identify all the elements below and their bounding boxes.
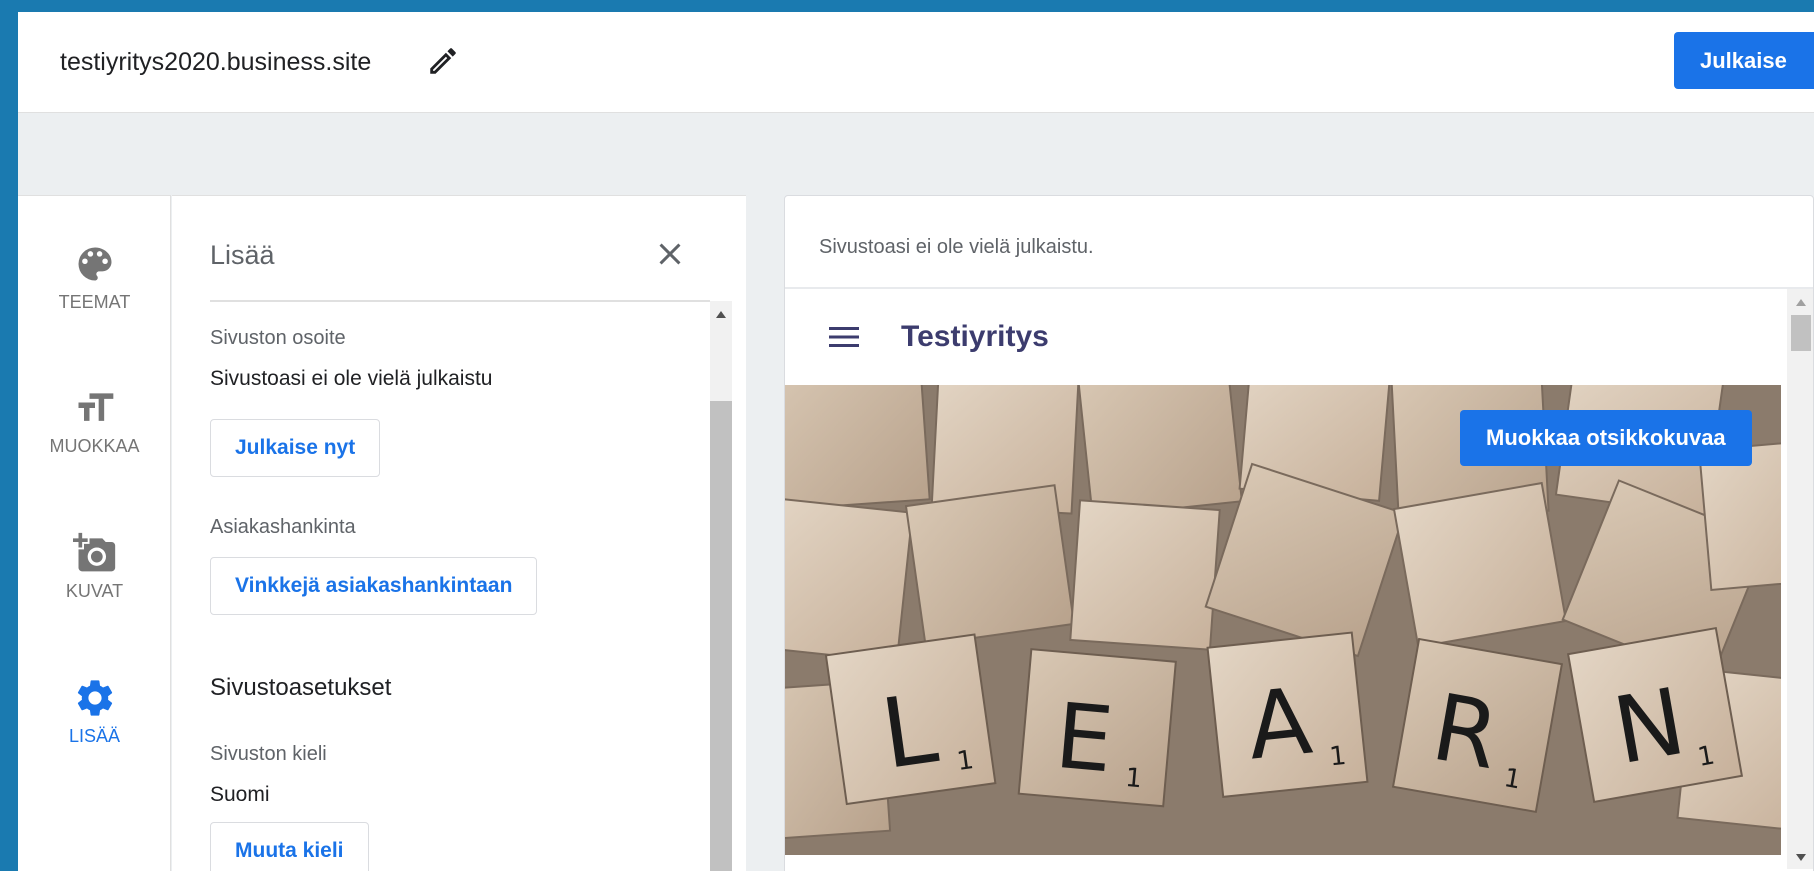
header-image: L 1 E 1 A 1 R 1 N 1 Muokkaa otsikkokuvaa (785, 385, 1781, 855)
change-language-button[interactable]: Muuta kieli (210, 822, 369, 871)
panel-scrollbar[interactable] (710, 301, 732, 871)
scroll-up-arrow-icon[interactable] (1791, 295, 1811, 311)
acquisition-tips-button[interactable]: Vinkkejä asiakashankintaan (210, 557, 538, 615)
rail-label: KUVAT (65, 581, 124, 601)
customer-acquisition-label: Asiakashankinta (210, 516, 356, 538)
publish-now-button[interactable]: Julkaise nyt (210, 419, 381, 477)
rail-item-muokkaa[interactable]: MUOKKAA (18, 386, 171, 457)
settings-panel: Lisää Sivuston osoite Sivustoasi ei ole … (172, 195, 746, 871)
preview-scroll-thumb[interactable] (1791, 315, 1811, 351)
unpublished-notice: Sivustoasi ei ole vielä julkaistu. (819, 236, 1094, 258)
site-url: testiyritys2020.business.site (60, 48, 372, 76)
add-photo-icon (72, 532, 115, 572)
site-header: Testiyritys (785, 289, 1785, 385)
tile-letter: E (1051, 684, 1117, 794)
rail-label: MUOKKAA (49, 436, 140, 456)
rail-label: LISÄÄ (68, 726, 121, 746)
tile-letter: A (1243, 668, 1317, 781)
rail-item-teemat[interactable]: TEEMAT (18, 242, 171, 313)
site-language-label: Sivuston kieli (210, 743, 327, 765)
site-language-value: Suomi (210, 783, 270, 806)
scroll-down-arrow-icon[interactable] (1791, 849, 1811, 865)
panel-divider (210, 300, 710, 302)
site-address-value: Sivustoasi ei ole vielä julkaistu (210, 367, 493, 390)
hamburger-menu-icon[interactable] (827, 323, 861, 351)
preview-scrollbar[interactable] (1787, 289, 1813, 869)
pencil-icon[interactable] (426, 44, 460, 78)
rail-item-lisaa[interactable]: LISÄÄ (18, 676, 171, 747)
site-title: Testiyritys (901, 320, 1049, 353)
top-bar: testiyritys2020.business.site Julkaise (18, 12, 1814, 113)
close-icon[interactable] (652, 236, 688, 272)
site-preview: Sivustoasi ei ole vielä julkaistu. Testi… (784, 195, 1814, 871)
panel-scroll-thumb[interactable] (710, 401, 732, 871)
scroll-up-arrow-icon[interactable] (710, 305, 732, 325)
panel-title: Lisää (210, 240, 275, 270)
rail-label: TEEMAT (58, 292, 131, 312)
rail-item-kuvat[interactable]: KUVAT (18, 531, 171, 602)
site-address-label: Sivuston osoite (210, 327, 346, 349)
publish-button[interactable]: Julkaise (1674, 32, 1814, 89)
tile-points: 1 (1124, 763, 1143, 794)
editor-window: testiyritys2020.business.site Julkaise T… (18, 12, 1814, 871)
tile-points: 1 (1328, 741, 1348, 773)
edit-header-image-button[interactable]: Muokkaa otsikkokuvaa (1460, 410, 1752, 466)
palette-icon (78, 247, 111, 281)
side-rail: TEEMAT MUOKKAA KUVAT LISÄÄ (18, 195, 171, 871)
site-settings-heading: Sivustoasetukset (210, 674, 392, 701)
gear-icon (77, 680, 112, 716)
text-size-icon (78, 393, 113, 421)
